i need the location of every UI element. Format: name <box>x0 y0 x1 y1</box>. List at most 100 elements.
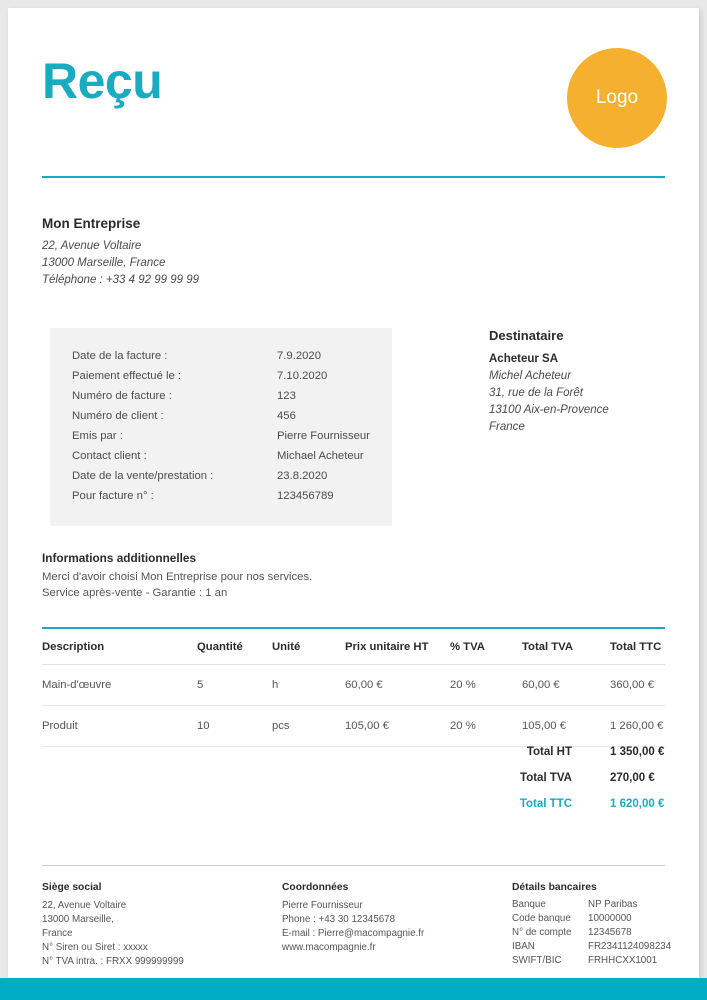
bank-detail-row: SWIFT/BIC FRHHCXX1001 <box>512 955 699 969</box>
total-value: 270,00 € <box>610 772 655 784</box>
meta-value: Michael Acheteur <box>277 450 364 462</box>
table-cell-total-vat: 60,00 € <box>522 664 610 706</box>
document-header: Reçu Logo <box>42 38 669 148</box>
bank-detail-key: SWIFT/BIC <box>512 955 562 966</box>
bank-detail-key: IBAN <box>512 941 535 952</box>
footer-divider <box>42 865 665 866</box>
meta-label: Pour facture n° : <box>72 490 154 502</box>
meta-label: Emis par : <box>72 430 123 442</box>
table-cell-quantity: 5 <box>197 664 272 706</box>
meta-value: 7.9.2020 <box>277 350 321 362</box>
meta-label: Numéro de facture : <box>72 390 172 402</box>
issuer-name: Mon Entreprise <box>42 216 141 231</box>
meta-label: Date de la facture : <box>72 350 168 362</box>
recipient-address-line: 13100 Aix-en-Provence <box>489 404 609 416</box>
meta-row: Pour facture n° : 123456789 <box>72 490 392 510</box>
recipient-address-line: Michel Acheteur <box>489 370 572 382</box>
meta-row: Numéro de facture : 123 <box>72 390 392 410</box>
table-cell-quantity: 10 <box>197 705 272 747</box>
total-label: Total TVA <box>520 772 572 784</box>
bank-detail-row: Banque NP Paribas <box>512 899 699 913</box>
recipient-heading: Destinataire <box>489 328 564 343</box>
meta-row: Date de la vente/prestation : 23.8.2020 <box>72 470 392 490</box>
meta-row: Contact client : Michael Acheteur <box>72 450 392 470</box>
issuer-address-line: 22, Avenue Voltaire <box>42 240 142 252</box>
footer-office-heading: Siège social <box>42 882 102 893</box>
table-row: Produit 10 pcs 105,00 €20 % 105,00 €1 260,00… <box>42 705 665 747</box>
header-divider <box>42 176 665 178</box>
line-items-section: Description Quantité Unité Prix unitaire HT… <box>42 627 665 747</box>
meta-row: Emis par : Pierre Fournisseur <box>72 430 392 450</box>
total-row: Total TVA 270,00 € <box>42 772 665 798</box>
totals-block: Total HT 1 350,00 € Total TVA 270,00 € Total… <box>42 746 665 824</box>
footer-contact-line: Phone : +43 30 12345678 <box>282 914 396 925</box>
table-cell-total-incl: 360,00 € <box>610 664 665 706</box>
additional-info-block: Informations additionnelles Merci d'avoi… <box>42 551 442 601</box>
total-value: 1 350,00 € <box>610 746 665 758</box>
meta-row: Date de la facture : 7.9.2020 <box>72 350 392 370</box>
column-header: Quantité <box>197 629 272 665</box>
issuer-address-line: 13000 Marseille, France <box>42 257 166 269</box>
total-label: Total TTC <box>519 798 572 810</box>
total-row: Total HT 1 350,00 € <box>42 746 665 772</box>
bank-detail-key: Banque <box>512 899 546 910</box>
recipient-address-line: 31, rue de la Forêt <box>489 387 583 399</box>
issuer-address-line: Téléphone : +33 4 92 99 99 99 <box>42 274 199 286</box>
footer-contact-line: www.macompagnie.fr <box>282 942 376 953</box>
meta-row: Paiement effectué le : 7.10.2020 <box>72 370 392 390</box>
total-value: 1 620,00 € <box>610 798 665 810</box>
footer-contact-heading: Coordonnées <box>282 882 349 893</box>
bank-detail-value: NP Paribas <box>588 899 638 910</box>
recipient-company: Acheteur SA <box>489 353 559 365</box>
column-header: Description <box>42 629 197 665</box>
footer-contact: Coordonnées Pierre Fournisseur Phone : +4… <box>282 882 502 955</box>
column-header: Unité <box>272 629 345 665</box>
table-cell-total-vat: 105,00 € <box>522 705 610 747</box>
meta-label: Paiement effectué le : <box>72 370 182 382</box>
bank-detail-row: IBAN FR2341124098234 <box>512 941 699 955</box>
meta-value: 123456789 <box>277 490 334 502</box>
footer-contact-line: E-mail : Pierre@macompagnie.fr <box>282 928 425 939</box>
table-cell-vat-rate: 20 % <box>450 705 522 747</box>
footer-bank-details: Détails bancaires Banque NP Paribas Code b… <box>512 882 699 969</box>
table-cell-description: Produit <box>42 705 197 747</box>
bank-detail-value: 12345678 <box>588 927 632 938</box>
footer-bank-heading: Détails bancaires <box>512 882 597 893</box>
recipient-address-line: France <box>489 421 525 433</box>
page-title: Reçu <box>42 53 163 109</box>
meta-label: Contact client : <box>72 450 147 462</box>
additional-info-line: Service après-vente - Garantie : 1 an <box>42 587 228 599</box>
company-logo: Logo <box>567 48 667 148</box>
column-header: Total TVA <box>522 629 610 665</box>
invoice-meta-box: Date de la facture : 7.9.2020 Paiement eff… <box>50 328 392 526</box>
footer-registered-office: Siège social 22, Avenue Voltaire 13000 Ma… <box>42 882 272 969</box>
column-header: Total TTC <box>610 629 665 665</box>
issuer-block: Mon Entreprise 22, Avenue Voltaire 13000 … <box>42 216 362 289</box>
table-cell-vat-rate: 20 % <box>450 664 522 706</box>
meta-row: Numéro de client : 456 <box>72 410 392 430</box>
issuer-address: 22, Avenue Voltaire 13000 Marseille, Fran… <box>42 238 362 289</box>
bank-detail-key: Code banque <box>512 913 571 924</box>
table-cell-unit-price: 60,00 € <box>345 664 450 706</box>
additional-info-text: Merci d'avoir choisi Mon Entreprise pour… <box>42 569 442 601</box>
logo-label: Logo <box>595 87 639 108</box>
additional-info-heading: Informations additionnelles <box>42 551 197 565</box>
footer-office-line: 22, Avenue Voltaire <box>42 900 127 911</box>
bank-detail-value: FRHHCXX1001 <box>588 955 658 966</box>
meta-label: Date de la vente/prestation : <box>72 470 214 482</box>
column-header: Prix unitaire HT <box>345 629 450 665</box>
table-cell-total-incl: 1 260,00 € <box>610 705 665 747</box>
bank-detail-row: N° de compte 12345678 <box>512 927 699 941</box>
meta-value: 123 <box>277 390 296 402</box>
bank-detail-value: 10000000 <box>588 913 632 924</box>
bank-detail-key: N° de compte <box>512 927 572 938</box>
table-cell-unit-price: 105,00 € <box>345 705 450 747</box>
receipt-page: Reçu Logo Mon Entreprise 22, Avenue Volt… <box>8 8 699 978</box>
table-row: Main-d'œuvre 5 h 60,00 €20 % 60,00 €360,00 € <box>42 664 665 706</box>
bottom-accent-band <box>0 978 707 1000</box>
bank-detail-row: Code banque 10000000 <box>512 913 699 927</box>
meta-label: Numéro de client : <box>72 410 164 422</box>
recipient-block: Destinataire Acheteur SA Michel Acheteur… <box>489 328 689 436</box>
table-cell-unit: pcs <box>272 705 345 747</box>
meta-value: 456 <box>277 410 296 422</box>
